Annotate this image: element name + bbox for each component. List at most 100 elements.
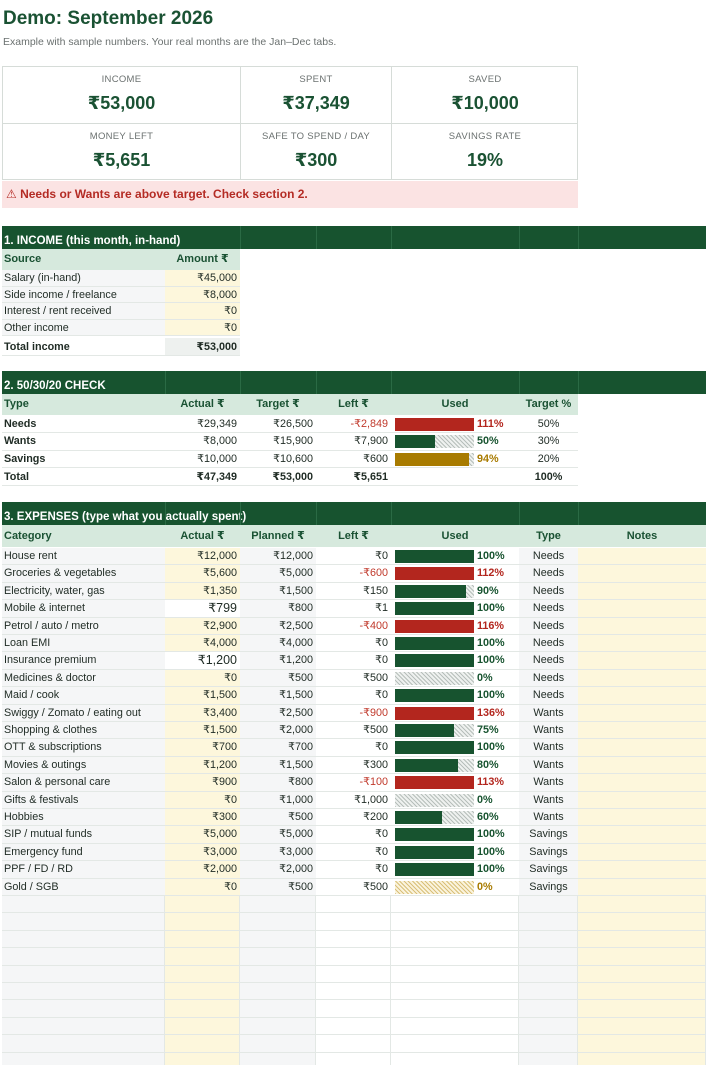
expense-actual-input[interactable]: ₹3,000	[165, 843, 240, 861]
expense-notes-input[interactable]	[578, 826, 706, 843]
check-total-target-pct: 100%	[534, 471, 563, 483]
expense-notes-input[interactable]	[578, 791, 706, 808]
expense-notes-input[interactable]	[578, 722, 706, 739]
expense-notes-input[interactable]	[578, 843, 706, 861]
expense-actual-input[interactable]: ₹1,500	[165, 687, 240, 704]
expense-actual-input[interactable]: ₹799	[165, 600, 240, 617]
income-table-header: Source Amount ₹	[2, 249, 240, 270]
usage-bar	[395, 637, 474, 650]
expense-actual-input[interactable]: ₹1,350	[165, 582, 240, 600]
expense-notes-input[interactable]	[578, 548, 706, 565]
empty-cell	[316, 948, 391, 965]
empty-input-cell[interactable]	[165, 965, 240, 982]
empty-input-cell[interactable]	[578, 913, 706, 930]
expense-left: ₹500	[363, 724, 388, 736]
expense-notes-input[interactable]	[578, 687, 706, 704]
kpi-money-left[interactable]: MONEY LEFT ₹5,651	[3, 124, 241, 180]
empty-input-cell[interactable]	[165, 896, 240, 913]
empty-input-cell[interactable]	[165, 983, 240, 1000]
kpi-value: ₹10,000	[451, 93, 519, 113]
expense-actual-input[interactable]: ₹1,200	[165, 756, 240, 774]
usage-bar	[395, 550, 474, 563]
expense-notes-input[interactable]	[578, 669, 706, 687]
expense-actual-input[interactable]: ₹12,000	[165, 548, 240, 565]
expense-actual-input[interactable]: ₹2,000	[165, 861, 240, 878]
empty-input-cell[interactable]	[578, 896, 706, 913]
kpi-safe-to-spend[interactable]: SAFE TO SPEND / DAY ₹300	[241, 124, 392, 180]
kpi-savings-rate[interactable]: SAVINGS RATE 19%	[392, 124, 578, 180]
empty-input-cell[interactable]	[578, 983, 706, 1000]
expense-notes-input[interactable]	[578, 600, 706, 617]
empty-input-cell[interactable]	[578, 965, 706, 982]
income-amount-input[interactable]: ₹0	[165, 303, 240, 319]
empty-input-cell[interactable]	[578, 948, 706, 965]
kpi-spent[interactable]: SPENT ₹37,349	[241, 67, 392, 124]
kpi-label: SAFE TO SPEND / DAY	[261, 131, 371, 142]
expense-notes-input[interactable]	[578, 635, 706, 652]
expense-notes-input[interactable]	[578, 809, 706, 826]
usage-bar	[395, 452, 474, 466]
empty-input-cell[interactable]	[578, 1052, 706, 1065]
empty-input-cell[interactable]	[578, 1035, 706, 1052]
empty-input-cell[interactable]	[165, 930, 240, 948]
empty-input-cell[interactable]	[165, 948, 240, 965]
expense-actual-input[interactable]: ₹5,000	[165, 826, 240, 843]
empty-input-cell[interactable]	[578, 930, 706, 948]
expense-actual-input[interactable]: ₹300	[165, 809, 240, 826]
expense-type: Wants	[519, 722, 578, 739]
expense-left: -₹900	[359, 706, 388, 719]
col-header-left: Left ₹	[338, 398, 369, 410]
empty-cell	[240, 1052, 316, 1065]
expense-planned: ₹2,500	[240, 617, 316, 634]
expense-actual-input[interactable]: ₹4,000	[165, 635, 240, 652]
empty-input-cell[interactable]	[165, 1052, 240, 1065]
expense-actual-input[interactable]: ₹5,600	[165, 565, 240, 582]
empty-input-cell[interactable]	[578, 1000, 706, 1017]
expense-actual-input[interactable]: ₹1,200	[165, 652, 240, 669]
empty-input-cell[interactable]	[165, 913, 240, 930]
expense-notes-input[interactable]	[578, 739, 706, 756]
expense-notes-input[interactable]	[578, 756, 706, 774]
expense-notes-input[interactable]	[578, 582, 706, 600]
empty-cell	[391, 1052, 519, 1065]
expense-notes-input[interactable]	[578, 617, 706, 634]
empty-input-cell[interactable]	[165, 1035, 240, 1052]
expense-actual-input[interactable]: ₹700	[165, 739, 240, 756]
income-source: Side income / freelance	[2, 286, 165, 303]
expense-notes-input[interactable]	[578, 704, 706, 721]
col-header-amount: Amount ₹	[176, 253, 229, 265]
expense-notes-input[interactable]	[578, 565, 706, 582]
empty-cell	[391, 896, 519, 913]
income-amount-input[interactable]: ₹0	[165, 319, 240, 336]
expense-notes-input[interactable]	[578, 878, 706, 895]
check-type: Needs	[4, 418, 37, 430]
empty-input-cell[interactable]	[165, 1017, 240, 1035]
empty-input-cell[interactable]	[578, 1017, 706, 1035]
expense-actual-input[interactable]: ₹0	[165, 669, 240, 687]
income-total-row: Total income ₹53,000	[2, 338, 240, 356]
expense-actual-input[interactable]: ₹900	[165, 774, 240, 791]
income-amount-input[interactable]: ₹8,000	[165, 286, 240, 303]
check-actual: ₹8,000	[203, 435, 237, 448]
expense-notes-input[interactable]	[578, 652, 706, 669]
income-row: Interest / rent received ₹0	[2, 303, 240, 320]
expense-actual-input[interactable]: ₹1,500	[165, 722, 240, 739]
income-amount-input[interactable]: ₹45,000	[165, 270, 240, 286]
usage-percent: 80%	[477, 758, 499, 771]
check-total-actual: ₹47,349	[196, 471, 237, 483]
expense-notes-input[interactable]	[578, 774, 706, 791]
usage-bar-fill	[395, 567, 474, 581]
expense-notes-input[interactable]	[578, 861, 706, 878]
kpi-value: ₹37,349	[282, 93, 350, 113]
usage-percent: 136%	[477, 706, 505, 719]
expense-actual-input[interactable]: ₹3,400	[165, 704, 240, 721]
empty-cell	[519, 1035, 578, 1052]
kpi-income[interactable]: INCOME ₹53,000	[3, 67, 241, 124]
expense-actual-input[interactable]: ₹0	[165, 791, 240, 808]
expense-actual-input[interactable]: ₹0	[165, 878, 240, 895]
kpi-saved[interactable]: SAVED ₹10,000	[392, 67, 578, 124]
usage-bar	[395, 793, 474, 807]
expense-row: Electricity, water, gas ₹1,350 ₹1,500 ₹150 9…	[2, 582, 706, 601]
empty-input-cell[interactable]	[165, 1000, 240, 1017]
expense-actual-input[interactable]: ₹2,900	[165, 617, 240, 634]
